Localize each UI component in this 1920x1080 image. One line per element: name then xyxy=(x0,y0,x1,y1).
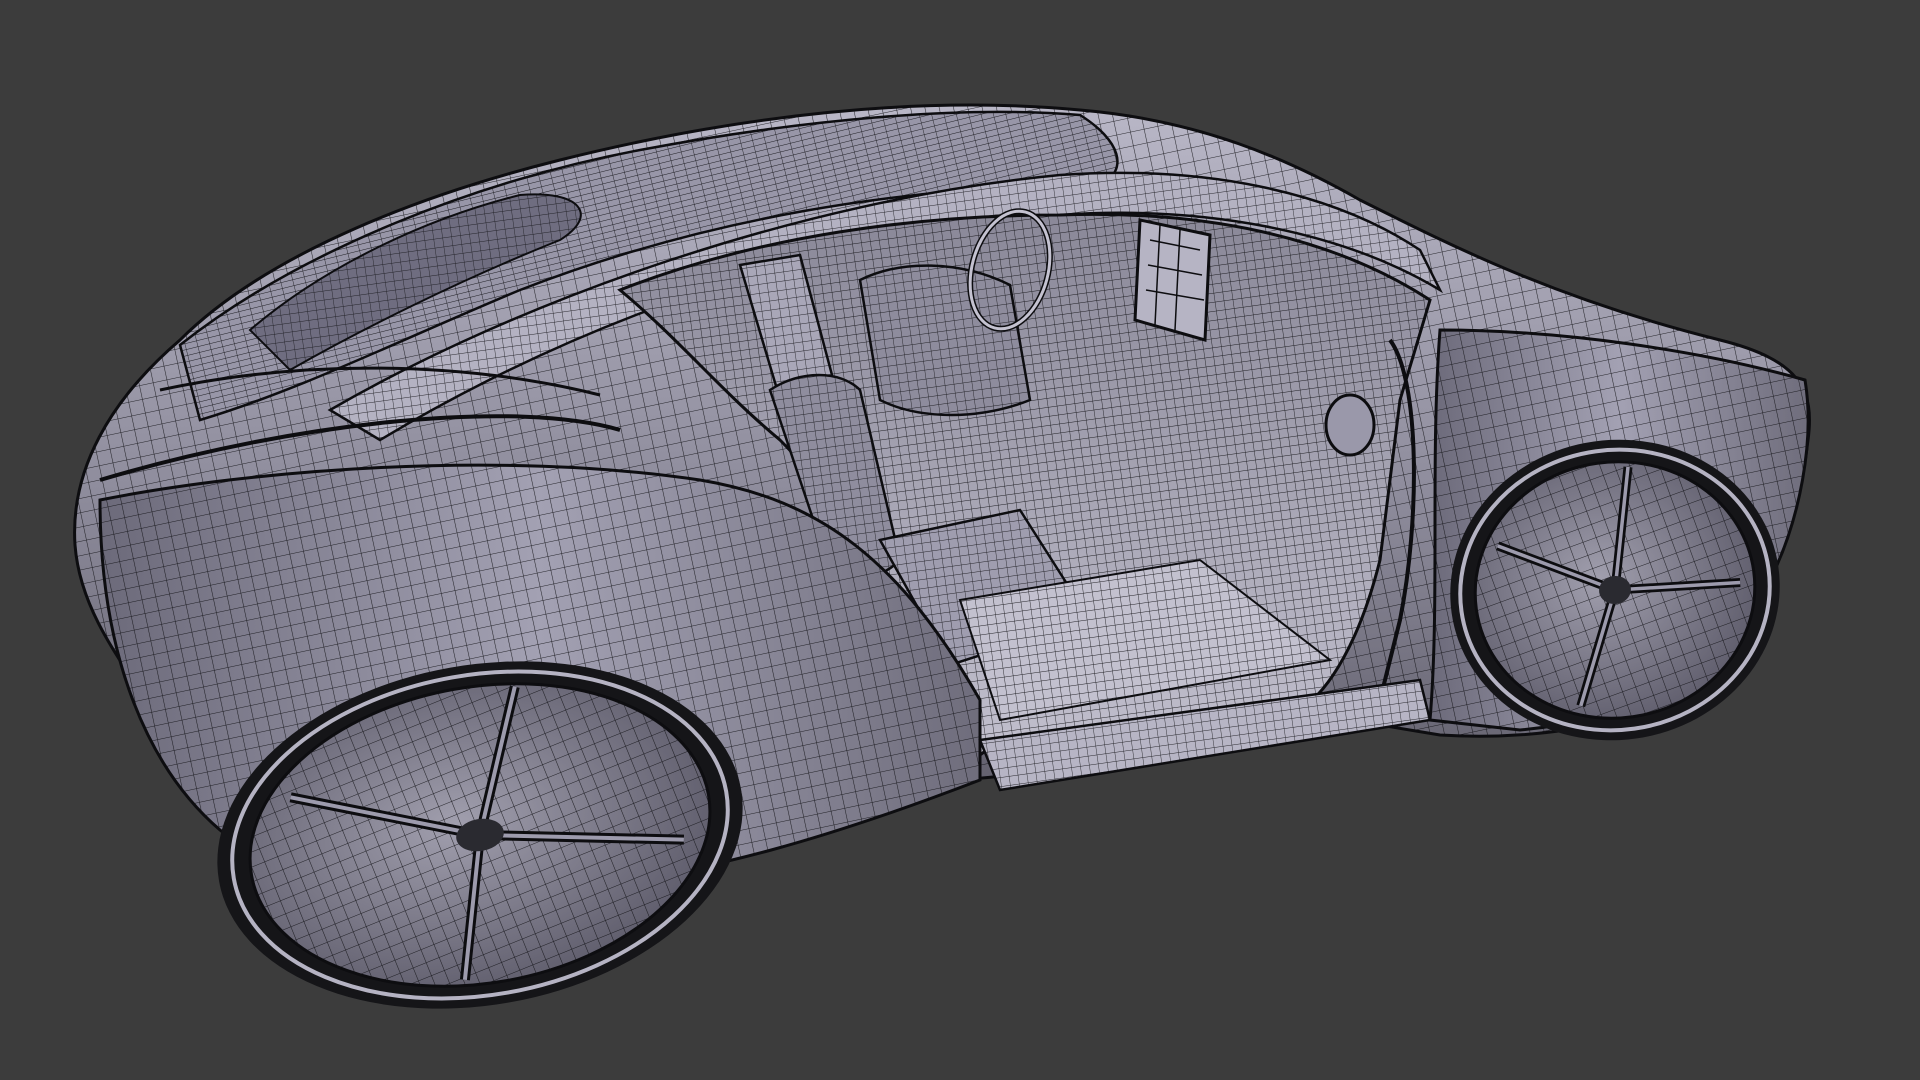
car-wireframe-model[interactable] xyxy=(0,0,1920,1080)
3d-viewport[interactable] xyxy=(0,0,1920,1080)
